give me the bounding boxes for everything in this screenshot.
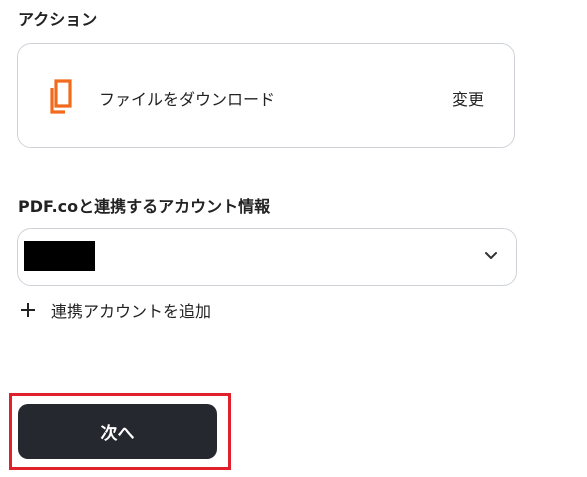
- next-button[interactable]: 次へ: [18, 404, 217, 459]
- action-card: ファイルをダウンロード 変更: [17, 43, 515, 148]
- change-action-button[interactable]: 変更: [452, 86, 484, 110]
- document-copy-icon: [50, 79, 72, 114]
- add-account-link[interactable]: 連携アカウントを追加: [20, 299, 211, 321]
- account-select-dropdown[interactable]: [17, 228, 517, 286]
- chevron-down-icon: [485, 252, 497, 259]
- action-section-label: アクション: [18, 10, 98, 29]
- account-info-label: PDF.coと連携するアカウント情報: [18, 197, 271, 216]
- action-name: ファイルをダウンロード: [99, 90, 276, 109]
- redacted-account-value: [24, 241, 95, 271]
- plus-icon: [21, 303, 35, 317]
- add-account-label: 連携アカウントを追加: [51, 302, 212, 321]
